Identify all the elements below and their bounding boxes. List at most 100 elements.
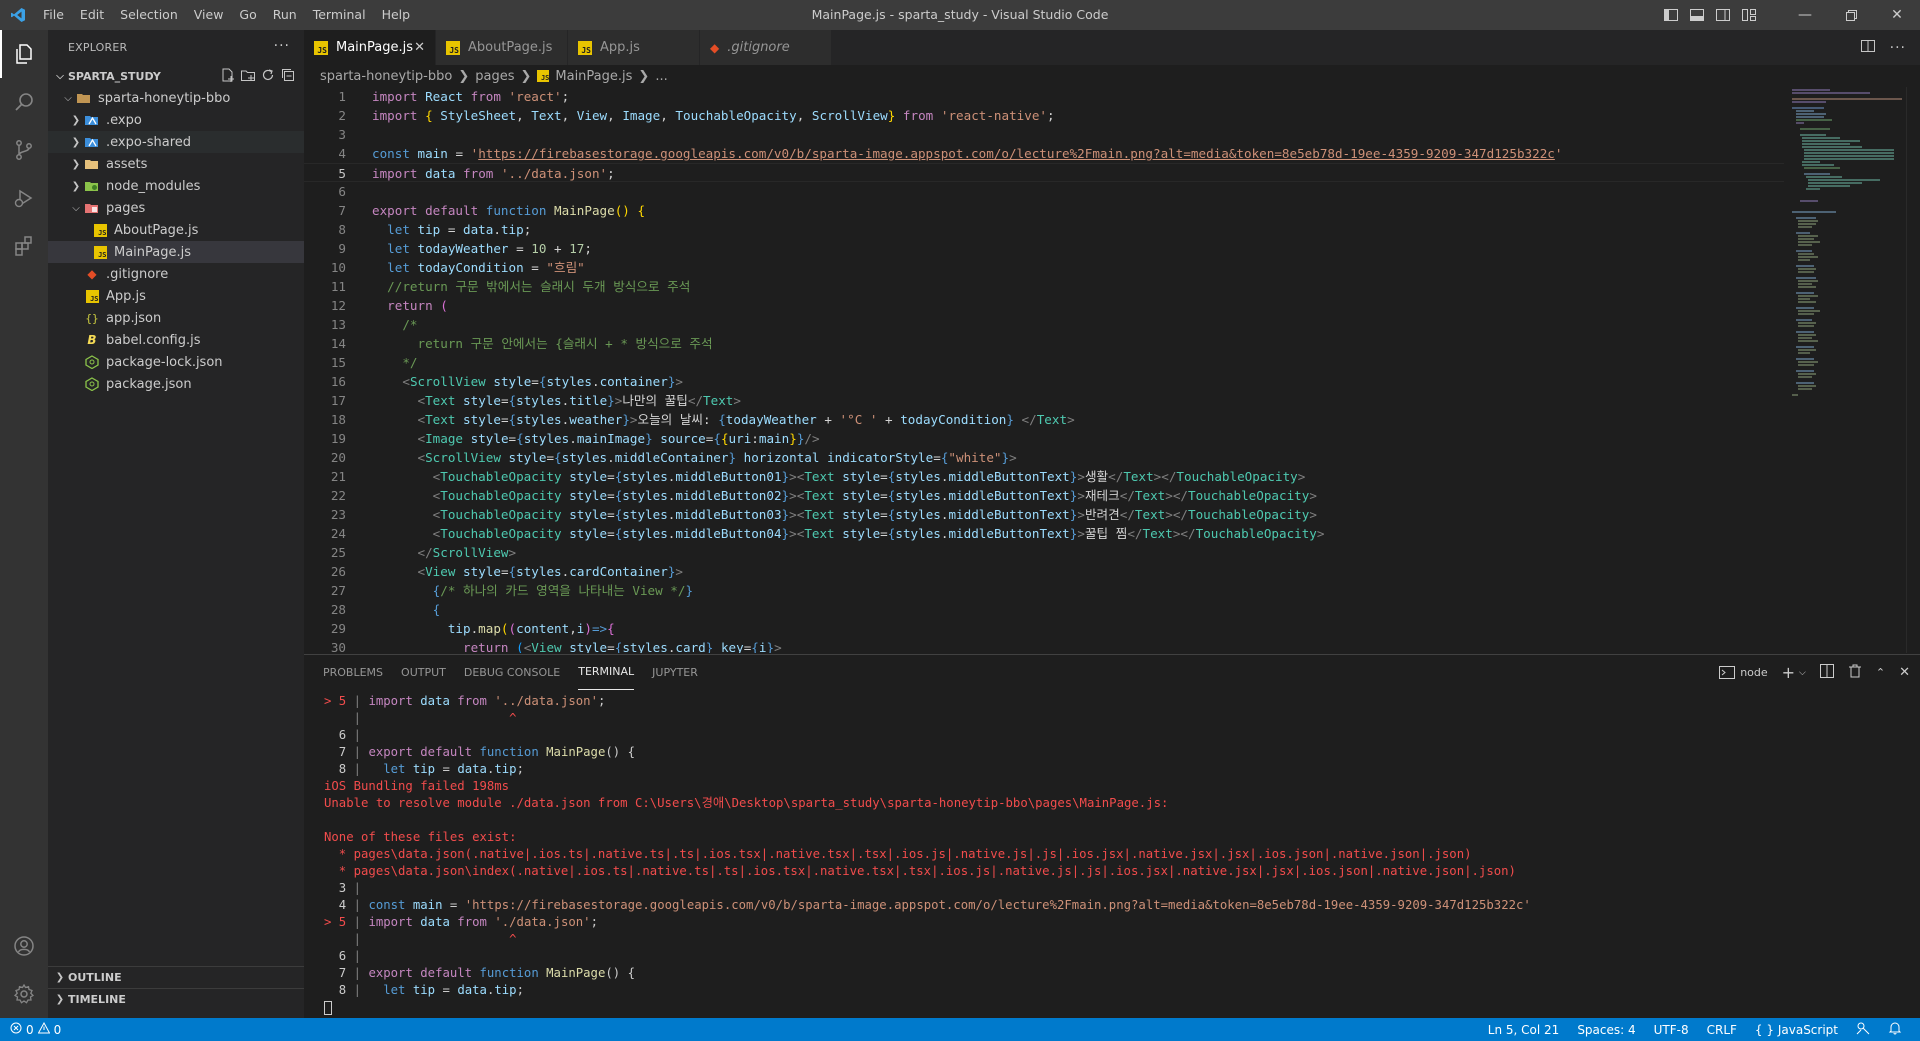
encoding[interactable]: UTF-8: [1654, 1023, 1689, 1037]
more-actions-icon[interactable]: ···: [1890, 40, 1906, 56]
menu-bar: File Edit Selection View Go Run Terminal…: [35, 0, 418, 30]
terminal-output[interactable]: > 5 | import data from '../data.json'; |…: [324, 693, 1900, 1016]
minimize-icon[interactable]: —: [1782, 0, 1828, 30]
tree-item[interactable]: package-lock.json: [48, 351, 304, 373]
menu-help[interactable]: Help: [374, 0, 419, 30]
line-number: 16: [330, 374, 346, 389]
tree-item[interactable]: JS MainPage.js: [48, 241, 304, 263]
chevron-right-icon: ❯: [55, 994, 65, 1005]
extensions-icon[interactable]: [0, 222, 48, 270]
refresh-icon[interactable]: [260, 67, 276, 86]
line-endings[interactable]: CRLF: [1707, 1023, 1737, 1037]
tree-item[interactable]: JS App.js: [48, 285, 304, 307]
tree-item[interactable]: ⌵ pages: [48, 197, 304, 219]
outline-section[interactable]: ❯ OUTLINE: [48, 966, 304, 988]
minimap[interactable]: [1790, 87, 1906, 417]
pages-folder-icon: [84, 200, 100, 216]
toggle-sidebar-icon[interactable]: [1658, 0, 1684, 30]
menu-go[interactable]: Go: [231, 0, 264, 30]
tab-debug-console[interactable]: DEBUG CONSOLE: [464, 655, 560, 690]
timeline-section[interactable]: ❯ TIMELINE: [48, 988, 304, 1010]
search-icon[interactable]: [0, 78, 48, 126]
breadcrumb-item[interactable]: sparta-honeytip-bbo: [320, 69, 452, 84]
menu-run[interactable]: Run: [265, 0, 305, 30]
tree-item[interactable]: ◆ .gitignore: [48, 263, 304, 285]
line-number: 5: [338, 166, 346, 181]
breadcrumb-item[interactable]: MainPage.js: [555, 69, 632, 84]
close-window-icon[interactable]: ✕: [1874, 0, 1920, 30]
chevron-down-icon[interactable]: ⌵: [1799, 668, 1806, 678]
close-tab-icon[interactable]: ✕: [414, 40, 425, 55]
warning-icon: [37, 1021, 50, 1037]
tab-aboutpage[interactable]: JS AboutPage.js: [436, 30, 568, 65]
terminal-name: node: [1740, 666, 1768, 679]
split-editor-icon[interactable]: [1860, 38, 1876, 57]
tree-item[interactable]: ❯ assets: [48, 153, 304, 175]
close-panel-icon[interactable]: ✕: [1899, 665, 1910, 680]
menu-view[interactable]: View: [186, 0, 232, 30]
kill-terminal-icon[interactable]: [1848, 664, 1862, 681]
code-line: <View style={styles.cardContainer}>: [417, 564, 684, 579]
tree-item-label: .gitignore: [106, 266, 169, 282]
tree-item[interactable]: JS AboutPage.js: [48, 219, 304, 241]
code-line: import { StyleSheet, Text, View, Image, …: [372, 108, 1055, 123]
terminal-select[interactable]: node: [1719, 666, 1768, 679]
feedback-icon[interactable]: [1856, 1021, 1870, 1038]
language-mode[interactable]: { } JavaScript: [1755, 1023, 1838, 1037]
terminal-cursor: [324, 1000, 332, 1015]
split-terminal-icon[interactable]: [1819, 664, 1834, 681]
settings-gear-icon[interactable]: [0, 970, 48, 1018]
new-folder-icon[interactable]: [240, 67, 256, 86]
tab-app[interactable]: JS App.js: [568, 30, 700, 65]
tree-item[interactable]: ❯ .expo-shared: [48, 131, 304, 153]
braces-icon: { }: [1754, 1022, 1775, 1037]
js-file-icon: JS: [92, 222, 108, 238]
tree-item[interactable]: package.json: [48, 373, 304, 395]
indentation[interactable]: Spaces: 4: [1577, 1023, 1635, 1037]
restore-icon[interactable]: [1828, 0, 1874, 30]
tree-item[interactable]: ⌵ sparta-honeytip-bbo: [48, 87, 304, 109]
toggle-panel-icon[interactable]: [1684, 0, 1710, 30]
tree-item[interactable]: {} app.json: [48, 307, 304, 329]
tab-output[interactable]: OUTPUT: [401, 655, 446, 690]
new-terminal-icon[interactable]: +: [1782, 663, 1795, 682]
cursor-position[interactable]: Ln 5, Col 21: [1488, 1023, 1560, 1037]
tree-item[interactable]: ❯ .expo: [48, 109, 304, 131]
menu-edit[interactable]: Edit: [72, 0, 112, 30]
customize-layout-icon[interactable]: [1736, 0, 1762, 30]
new-file-icon[interactable]: [220, 67, 236, 86]
breadcrumb-item[interactable]: pages: [475, 69, 514, 84]
explorer-icon[interactable]: [0, 30, 48, 78]
workspace-section-header[interactable]: ⌵ SPARTA_STUDY: [48, 65, 304, 87]
warning-count: 0: [53, 1022, 62, 1037]
tab-gitignore[interactable]: ◆ .gitignore: [700, 30, 832, 65]
source-control-icon[interactable]: [0, 126, 48, 174]
maximize-panel-icon[interactable]: ⌃: [1876, 666, 1885, 679]
tab-problems[interactable]: PROBLEMS: [323, 655, 383, 690]
line-number: 24: [330, 526, 346, 541]
tree-item-label: App.js: [106, 288, 146, 304]
js-file-icon: JS: [446, 40, 460, 55]
line-number: 2: [338, 108, 346, 123]
tab-mainpage[interactable]: JS MainPage.js ✕: [304, 30, 436, 65]
menu-file[interactable]: File: [35, 0, 72, 30]
run-debug-icon[interactable]: [0, 174, 48, 222]
code-line: <Text style={styles.title}>나만의 꿀팁</Text>: [417, 393, 741, 408]
breadcrumb-item[interactable]: ...: [655, 69, 667, 84]
tree-item[interactable]: Bbabel.config.js: [48, 329, 304, 351]
menu-terminal[interactable]: Terminal: [305, 0, 374, 30]
tab-jupyter[interactable]: JUPYTER: [652, 655, 698, 690]
code-editor[interactable]: 1 import React from 'react'; 2 import { St…: [304, 87, 1784, 653]
more-actions-icon[interactable]: ···: [274, 38, 290, 54]
notifications-bell-icon[interactable]: [1888, 1021, 1902, 1038]
editor-scrollbar[interactable]: [1906, 87, 1920, 653]
tab-terminal[interactable]: TERMINAL: [578, 655, 635, 690]
collapse-all-icon[interactable]: [280, 67, 296, 86]
tree-item[interactable]: ❯ node_modules: [48, 175, 304, 197]
tree-item-label: app.json: [106, 310, 162, 326]
menu-selection[interactable]: Selection: [112, 0, 186, 30]
problems-status[interactable]: 0 0: [0, 1021, 62, 1037]
folder-open-icon: [76, 90, 92, 106]
accounts-icon[interactable]: [0, 922, 48, 970]
toggle-secondary-sidebar-icon[interactable]: [1710, 0, 1736, 30]
